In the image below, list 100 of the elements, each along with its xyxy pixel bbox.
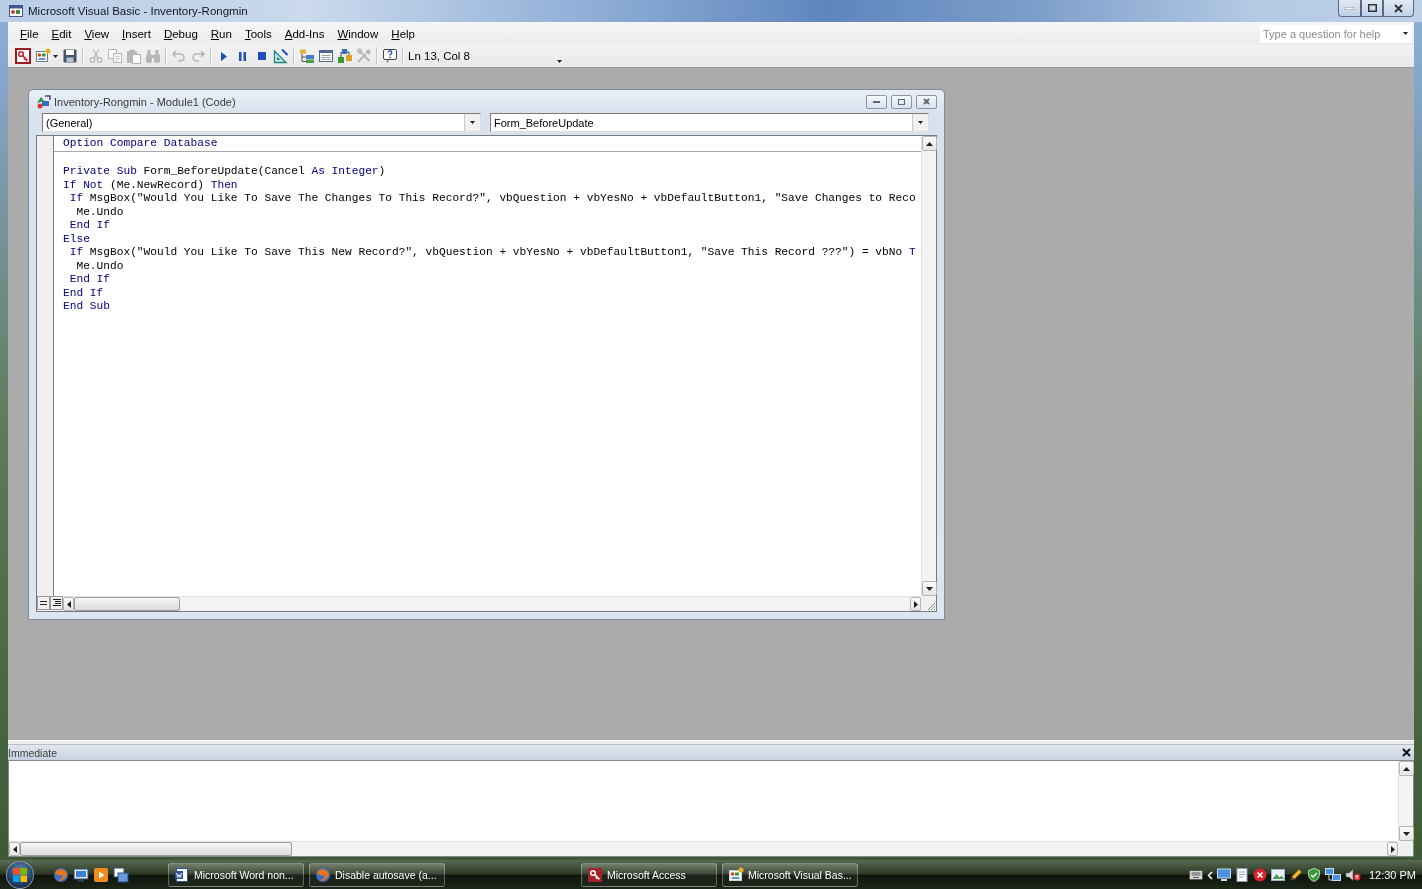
help-search-field[interactable]: Type a question for help (1260, 24, 1412, 43)
triangle-left-icon (12, 845, 17, 853)
picture-icon[interactable] (1270, 868, 1285, 882)
full-module-view-button[interactable] (50, 596, 63, 610)
taskbar-button[interactable]: Microsoft Access (581, 863, 717, 887)
binoculars-icon (144, 48, 161, 64)
undo-icon (170, 48, 187, 64)
menu-item[interactable]: Add-Ins (278, 25, 331, 42)
triangle-right-icon (913, 600, 918, 608)
shield-icon[interactable] (1306, 868, 1321, 882)
speaker-muted-icon[interactable] (1344, 868, 1361, 882)
immediate-input-field[interactable] (9, 761, 1398, 841)
dropdown-button[interactable] (912, 114, 928, 131)
app-icon (8, 3, 24, 19)
design-mode-button[interactable] (271, 46, 290, 66)
code-line: Me.Undo (75, 205, 124, 219)
scroll-thumb[interactable] (74, 597, 180, 611)
flag-icon (13, 868, 27, 882)
help-button[interactable] (380, 46, 399, 66)
code-line: End Sub (63, 300, 110, 314)
menu-item[interactable]: Insert (116, 25, 157, 42)
media-icon[interactable] (93, 867, 109, 883)
menu-item[interactable]: File (14, 25, 45, 42)
module-icon (36, 94, 51, 109)
scroll-up-button[interactable] (1399, 761, 1414, 776)
taskbar-button[interactable]: Microsoft Word non... (168, 863, 304, 887)
stop-sign-icon[interactable] (1252, 868, 1267, 882)
menu-item[interactable]: Edit (45, 25, 78, 42)
procedure-dropdown[interactable]: Form_BeforeUpdate (490, 113, 929, 132)
caret-down-icon (556, 60, 562, 63)
horizontal-scrollbar[interactable] (9, 841, 1398, 856)
stacked-windows-icon[interactable] (113, 867, 129, 883)
document-icon (174, 867, 190, 883)
globe-icon[interactable] (53, 867, 69, 883)
menu-item[interactable]: View (78, 25, 116, 42)
close-icon (923, 98, 930, 105)
procedure-view-button[interactable] (37, 596, 50, 610)
minimize-button[interactable] (866, 94, 887, 109)
triangle-up-icon (926, 141, 933, 146)
object-browser-button[interactable] (335, 46, 354, 66)
chevron-left-icon[interactable] (1206, 870, 1213, 880)
vertical-scrollbar[interactable] (1398, 761, 1413, 841)
close-button[interactable] (1400, 746, 1412, 759)
menu-item[interactable]: Run (204, 25, 238, 42)
monitor-icon[interactable] (1216, 868, 1231, 882)
property-sheet-icon (317, 48, 334, 64)
clipboard-icon (125, 48, 142, 64)
window-title: Microsoft Visual Basic - Inventory-Rongmin (28, 5, 248, 17)
menu-item[interactable]: Window (331, 25, 385, 42)
taskbar-button[interactable]: Disable autosave (a... (309, 863, 445, 887)
dropdown-button[interactable] (464, 114, 480, 131)
key-icon (587, 867, 603, 883)
pane-title: Immediate (8, 746, 58, 759)
desktop-icon[interactable] (73, 867, 89, 883)
maximize-icon (1367, 4, 1377, 12)
scroll-down-button[interactable] (922, 581, 937, 596)
redo-icon (189, 48, 206, 64)
vertical-scrollbar[interactable] (921, 136, 936, 596)
code-line: If Not (Me.NewRecord) Then (63, 178, 238, 192)
taskbar-button[interactable]: Microsoft Visual Bas... (722, 863, 858, 887)
scroll-up-button[interactable] (922, 136, 937, 151)
menu-item[interactable]: Tools (238, 25, 278, 42)
menu-item[interactable]: Help (385, 25, 421, 42)
cursor-position: Ln 13, Col 8 (407, 50, 471, 62)
scroll-left-button[interactable] (63, 597, 74, 611)
maximize-button[interactable] (891, 94, 912, 109)
code-line: Else (63, 232, 90, 246)
scroll-left-button[interactable] (9, 842, 20, 856)
caret-down-icon (52, 54, 58, 58)
object-dropdown[interactable]: (General) (42, 113, 481, 132)
code-line: Private Sub Form_BeforeUpdate(Cancel As Integer) (63, 165, 386, 179)
scroll-right-button[interactable] (910, 597, 921, 611)
triangle-left-icon (66, 600, 71, 608)
keyboard-icon[interactable] (1188, 870, 1203, 880)
close-icon (1394, 3, 1403, 13)
maximize-button[interactable] (1361, 0, 1383, 17)
maximize-icon (898, 98, 905, 105)
key-icon (14, 48, 31, 64)
blocks-icon (336, 48, 353, 64)
menu-item[interactable]: Debug (157, 25, 204, 42)
play-icon (220, 51, 227, 61)
network-icon[interactable] (1324, 868, 1341, 882)
pencil-icon[interactable] (1288, 868, 1303, 882)
start-button[interactable] (6, 861, 34, 889)
save-icon (61, 48, 78, 64)
code-line: If MsgBox("Would You Like To Save The Changes To This Record?", vbQuestion + vbYesNo + vbDefaultButton1, "Save Changes to Reco (68, 192, 916, 206)
scroll-down-button[interactable] (1399, 826, 1414, 841)
scissors-icon (87, 48, 104, 64)
lines-icon (40, 600, 47, 606)
caret-down-icon (470, 121, 475, 124)
minimize-button[interactable] (1338, 0, 1361, 17)
project-tree-icon (298, 48, 315, 64)
close-button[interactable] (1383, 0, 1414, 17)
triangle-down-icon (1403, 831, 1410, 836)
globe-icon (315, 867, 331, 883)
document-icon[interactable] (1234, 868, 1249, 882)
view-access-button[interactable] (13, 46, 32, 66)
scroll-right-button[interactable] (1387, 842, 1398, 856)
scroll-thumb[interactable] (20, 842, 292, 856)
horizontal-scrollbar[interactable] (63, 596, 921, 611)
